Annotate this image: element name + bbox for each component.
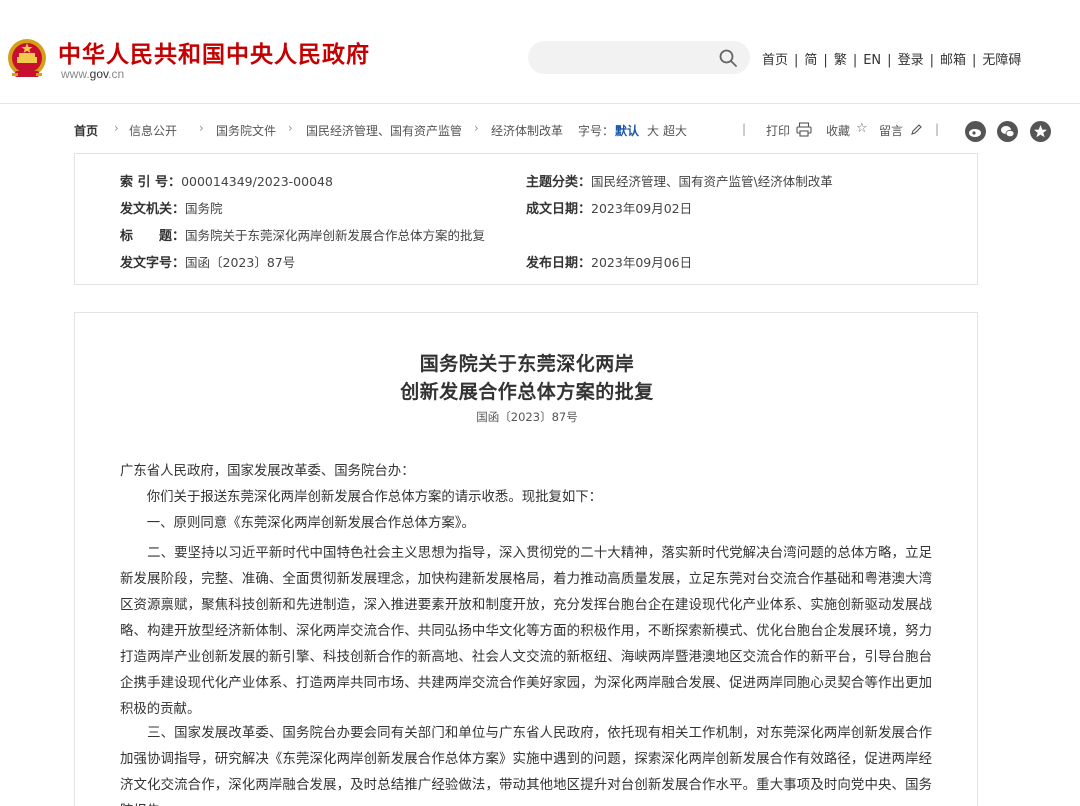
breadcrumb-arrow-icon: ›: [474, 121, 479, 135]
breadcrumb-arrow-icon: ›: [288, 121, 293, 135]
document-meta-box: 索 引 号：000014349/2023-00048 主题分类：国民经济管理、国…: [74, 153, 978, 285]
nav-home[interactable]: 首页: [762, 53, 788, 68]
breadcrumb-arrow-icon: ›: [199, 121, 204, 135]
meta-topic-label: 主题分类：: [526, 175, 592, 190]
meta-created-label: 成文日期：: [526, 202, 592, 217]
article-title-line1: 国务院关于东莞深化两岸: [419, 353, 635, 375]
meta-topic-value: 国民经济管理、国有资产监管\经济体制改革: [591, 174, 833, 189]
meta-title-value: 国务院关于东莞深化两岸创新发展合作总体方案的批复: [185, 228, 486, 243]
nav-separator: |: [971, 53, 977, 68]
breadcrumb-reform[interactable]: 经济体制改革: [491, 122, 563, 139]
meta-title-label: 标 题：: [120, 229, 186, 244]
pencil-icon[interactable]: [910, 123, 922, 136]
print-button[interactable]: 打印: [766, 122, 790, 139]
site-header: 中华人民共和国中央人民政府 www.gov.cn 首页 | 简 | 繁 | EN | 登录 | 邮箱…: [0, 0, 1080, 104]
favorite-share-icon[interactable]: [1030, 121, 1051, 142]
meta-issuer: 发文机关：国务院: [120, 198, 223, 217]
breadcrumb-home[interactable]: 首页: [74, 122, 98, 139]
printer-icon[interactable]: [796, 122, 812, 137]
meta-created-value: 2023年09月02日: [591, 201, 693, 216]
meta-created: 成文日期：2023年09月02日: [526, 198, 692, 217]
toolbar-divider: |: [742, 122, 747, 136]
article-paragraph: 三、国家发展改革委、国务院台办要会同有关部门和单位与广东省人民政府，依托现有相关…: [120, 726, 932, 806]
site-title[interactable]: 中华人民共和国中央人民政府: [58, 35, 370, 69]
comment-button[interactable]: 留言: [879, 122, 903, 139]
article-doc-number: 国函〔2023〕87号: [476, 410, 578, 424]
nav-traditional[interactable]: 繁: [834, 53, 847, 68]
meta-index: 索 引 号：000014349/2023-00048: [120, 171, 333, 190]
search-input[interactable]: [528, 41, 708, 74]
meta-index-value: 000014349/2023-00048: [181, 174, 333, 189]
article-body: 国务院关于东莞深化两岸 创新发展合作总体方案的批复 国函〔2023〕87号 广东…: [74, 312, 978, 806]
national-emblem-icon[interactable]: [6, 37, 48, 81]
star-icon[interactable]: ☆: [856, 121, 868, 136]
meta-title: 标 题：国务院关于东莞深化两岸创新发展合作总体方案的批复: [120, 225, 485, 244]
nav-separator: |: [887, 53, 892, 68]
nav-simplified[interactable]: 简: [804, 53, 817, 68]
article-title-line2: 创新发展合作总体方案的批复: [400, 381, 654, 403]
site-url[interactable]: www.gov.cn: [61, 67, 124, 81]
top-nav: 首页 | 简 | 繁 | EN | 登录 | 邮箱 | 无障碍: [762, 49, 1021, 68]
search-box: [528, 41, 750, 74]
meta-issuer-label: 发文机关：: [120, 202, 186, 217]
collect-button[interactable]: 收藏: [826, 122, 850, 139]
nav-mail[interactable]: 邮箱: [940, 53, 966, 68]
nav-separator: |: [929, 53, 934, 68]
meta-published: 发布日期：2023年09月06日: [526, 252, 692, 271]
weibo-share-icon[interactable]: [965, 121, 986, 142]
wechat-share-icon[interactable]: [997, 121, 1018, 142]
breadcrumb: 首页 › 信息公开 › 国务院文件 › 国民经济管理、国有资产监管 › 经济体制…: [74, 120, 1051, 142]
font-size-xlarge[interactable]: 超大: [663, 122, 687, 139]
nav-english[interactable]: EN: [863, 53, 881, 68]
site-url-domain: gov: [89, 67, 109, 81]
nav-login[interactable]: 登录: [898, 53, 924, 68]
meta-published-label: 发布日期：: [526, 256, 592, 271]
site-url-prefix: www.: [61, 67, 90, 81]
breadcrumb-info-public[interactable]: 信息公开: [129, 122, 177, 139]
font-size-large[interactable]: 大: [647, 122, 659, 139]
article-paragraph: 广东省人民政府，国家发展改革委、国务院台办：: [120, 464, 415, 479]
font-size-label: 字号：: [578, 124, 615, 138]
meta-docno-value: 国函〔2023〕87号: [185, 255, 296, 270]
meta-issuer-value: 国务院: [185, 201, 223, 216]
nav-separator: |: [823, 53, 828, 68]
breadcrumb-arrow-icon: ›: [114, 121, 119, 135]
breadcrumb-economy[interactable]: 国民经济管理、国有资产监管: [306, 122, 462, 139]
nav-accessibility[interactable]: 无障碍: [982, 53, 1021, 68]
nav-separator: |: [794, 53, 799, 68]
article-paragraph: 你们关于报送东莞深化两岸创新发展合作总体方案的请示收悉。现批复如下：: [120, 490, 603, 505]
font-size-default[interactable]: 默认: [615, 122, 639, 139]
search-icon[interactable]: [718, 48, 738, 68]
article-paragraph: 一、原则同意《东莞深化两岸创新发展合作总体方案》。: [120, 516, 475, 531]
meta-docno-label: 发文字号：: [120, 256, 186, 271]
site-url-suffix: .cn: [108, 67, 125, 81]
meta-docno: 发文字号：国函〔2023〕87号: [120, 252, 295, 271]
toolbar-divider: |: [935, 122, 940, 136]
breadcrumb-state-council-docs[interactable]: 国务院文件: [216, 122, 276, 139]
meta-published-value: 2023年09月06日: [591, 255, 693, 270]
meta-topic: 主题分类：国民经济管理、国有资产监管\经济体制改革: [526, 171, 833, 190]
meta-index-label: 索 引 号：: [120, 175, 182, 190]
nav-separator: |: [852, 53, 858, 68]
article-paragraph: 二、要坚持以习近平新时代中国特色社会主义思想为指导，深入贯彻党的二十大精神，落实…: [120, 546, 932, 717]
